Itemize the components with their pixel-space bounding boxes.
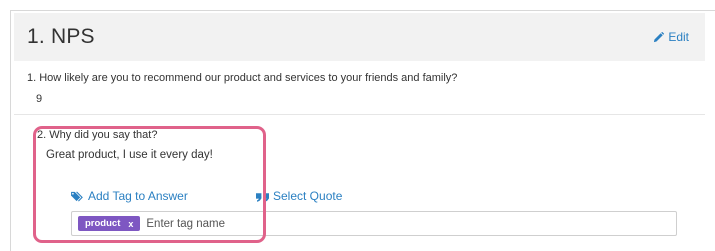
select-quote-button[interactable]: Select Quote [256, 189, 342, 203]
section-title: 1. NPS [27, 25, 95, 48]
add-tag-label: Add Tag to Answer [88, 189, 188, 203]
tag-chip-product: product x [78, 216, 141, 231]
question-2-label: 2. Why did you say that? [37, 129, 158, 141]
select-quote-label: Select Quote [273, 189, 343, 203]
divider [14, 114, 705, 115]
answer-actions: Add Tag to Answer Select Quote [71, 189, 342, 203]
question-1: 1. How likely are you to recommend our p… [27, 72, 697, 105]
tag-name-input[interactable] [146, 217, 447, 230]
question-2: 2. Why did you say that? Great product, … [37, 129, 697, 161]
section-header: 1. NPS Edit [14, 13, 705, 61]
tag-input-box[interactable]: product x [71, 211, 677, 236]
question-1-answer: 9 [36, 93, 43, 105]
remove-tag-button[interactable]: x [128, 219, 133, 229]
tag-chip-label: product [85, 218, 121, 229]
tag-icon [71, 191, 83, 201]
question-2-answer[interactable]: Great product, I use it every day! [46, 149, 697, 161]
edit-button[interactable]: Edit [653, 30, 689, 44]
pencil-icon [654, 31, 665, 42]
add-tag-button[interactable]: Add Tag to Answer [71, 189, 188, 203]
edit-label: Edit [668, 30, 689, 44]
question-1-label: 1. How likely are you to recommend our p… [27, 72, 458, 84]
quote-icon [256, 192, 269, 202]
